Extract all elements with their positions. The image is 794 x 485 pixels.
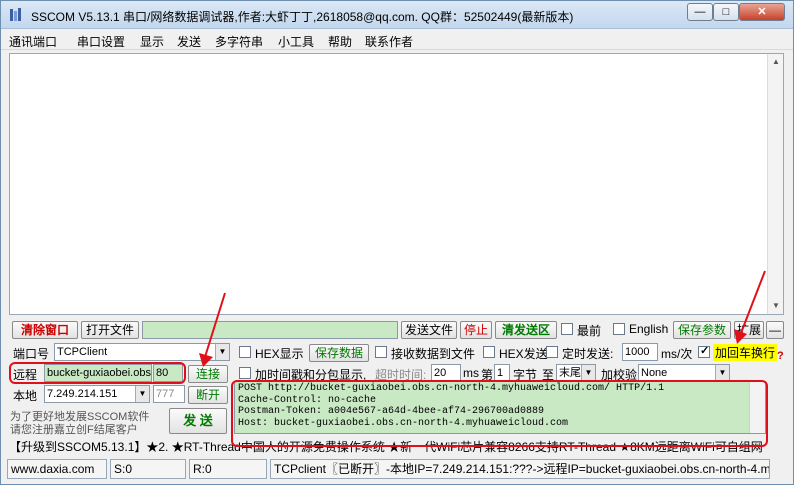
annotation-arrow-connect-icon — [199, 292, 226, 367]
disconnect-button[interactable]: 断开 — [188, 386, 228, 404]
save-params-button[interactable]: 保存参数 — [673, 321, 731, 339]
interval-unit-label: ms/次 — [661, 347, 693, 361]
local-ip-select[interactable]: 7.249.214.151 ▼ — [44, 385, 150, 403]
status-received-count: R:0 — [189, 459, 267, 479]
send-file-button[interactable]: 发送文件 — [401, 321, 457, 339]
recv-to-file-checkbox[interactable] — [375, 346, 387, 358]
save-data-button[interactable]: 保存数据 — [309, 344, 369, 362]
promo-line-2[interactable]: 请您注册嘉立创F结尾客户 — [10, 421, 138, 437]
menu-contact-author[interactable]: 联系作者 — [365, 33, 413, 50]
annotation-box-remote — [9, 362, 186, 384]
timestamp-checkbox[interactable] — [239, 367, 251, 379]
menu-tools[interactable]: 小工具 — [278, 33, 314, 50]
hex-send-checkbox[interactable] — [483, 346, 495, 358]
interval-input[interactable]: 1000 — [622, 343, 658, 361]
hex-display-checkbox[interactable] — [239, 346, 251, 358]
clear-send-button[interactable]: 清发送区 — [495, 321, 557, 339]
local-ip-value: 7.249.214.151 — [47, 388, 118, 400]
to-select-value: 末尾 — [559, 367, 581, 379]
close-button[interactable]: ✕ — [739, 3, 785, 21]
annotation-box-send — [231, 380, 768, 447]
local-port-input[interactable]: 777 — [153, 385, 185, 403]
chevron-down-icon[interactable]: ▼ — [581, 365, 595, 381]
open-file-button[interactable]: 打开文件 — [81, 321, 139, 339]
hex-send-label: HEX发送 — [499, 347, 548, 361]
receive-area[interactable]: ▲ ▼ — [9, 53, 784, 315]
timed-send-label: 定时发送: — [562, 347, 614, 361]
english-checkbox[interactable] — [613, 323, 625, 335]
file-path-field[interactable] — [142, 321, 398, 339]
local-label: 本地 — [13, 389, 38, 403]
stop-button[interactable]: 停止 — [460, 321, 492, 339]
chevron-down-icon[interactable]: ▼ — [715, 365, 729, 381]
status-sent-count: S:0 — [110, 459, 186, 479]
minimize-button[interactable]: — — [687, 3, 713, 21]
port-select-value: TCPClient — [57, 346, 108, 358]
menu-bar: 通讯端口 串口设置 显示 发送 多字符串 小工具 帮助 联系作者 — [1, 30, 793, 50]
clear-window-button[interactable]: 清除窗口 — [12, 321, 78, 339]
annotation-arrow-crlf-icon — [734, 270, 766, 344]
send-button[interactable]: 发 送 — [169, 408, 227, 434]
recv-to-file-label: 接收数据到文件 — [391, 347, 476, 361]
add-crlf-checkbox[interactable] — [698, 344, 710, 358]
menu-send[interactable]: 发送 — [177, 33, 201, 50]
window-title: SSCOM V5.13.1 串口/网络数据调试器,作者:大虾丁丁,2618058… — [31, 10, 574, 24]
menu-multi-string[interactable]: 多字符串 — [215, 33, 263, 50]
timeout-unit-label: ms — [463, 366, 479, 380]
scroll-up-icon[interactable]: ▲ — [768, 54, 784, 70]
checksum-select-value: None — [641, 367, 668, 379]
menu-serial-settings[interactable]: 串口设置 — [77, 33, 125, 50]
status-connection-info: TCPclient〖已断开〗-本地IP=7.249.214.151:???->远… — [270, 459, 770, 479]
status-website[interactable]: www.daxia.com — [7, 459, 107, 479]
latest-label: 最前 — [577, 324, 602, 338]
english-label: English — [629, 322, 669, 336]
port-number-label: 端口号 — [13, 347, 50, 361]
timed-send-checkbox[interactable] — [546, 346, 558, 358]
chevron-down-icon[interactable]: ▼ — [135, 386, 149, 402]
title-bar[interactable]: SSCOM V5.13.1 串口/网络数据调试器,作者:大虾丁丁,2618058… — [1, 1, 793, 29]
latest-checkbox[interactable] — [561, 323, 573, 335]
menu-display[interactable]: 显示 — [140, 33, 164, 50]
app-window: SSCOM V5.13.1 串口/网络数据调试器,作者:大虾丁丁,2618058… — [0, 0, 794, 485]
maximize-button[interactable]: □ — [713, 3, 739, 21]
menu-comm-port[interactable]: 通讯端口 — [9, 33, 57, 50]
hex-display-label: HEX显示 — [255, 347, 304, 361]
menu-help[interactable]: 帮助 — [328, 33, 352, 50]
help-mark[interactable]: ? — [777, 350, 784, 362]
app-logo-icon — [10, 8, 21, 21]
